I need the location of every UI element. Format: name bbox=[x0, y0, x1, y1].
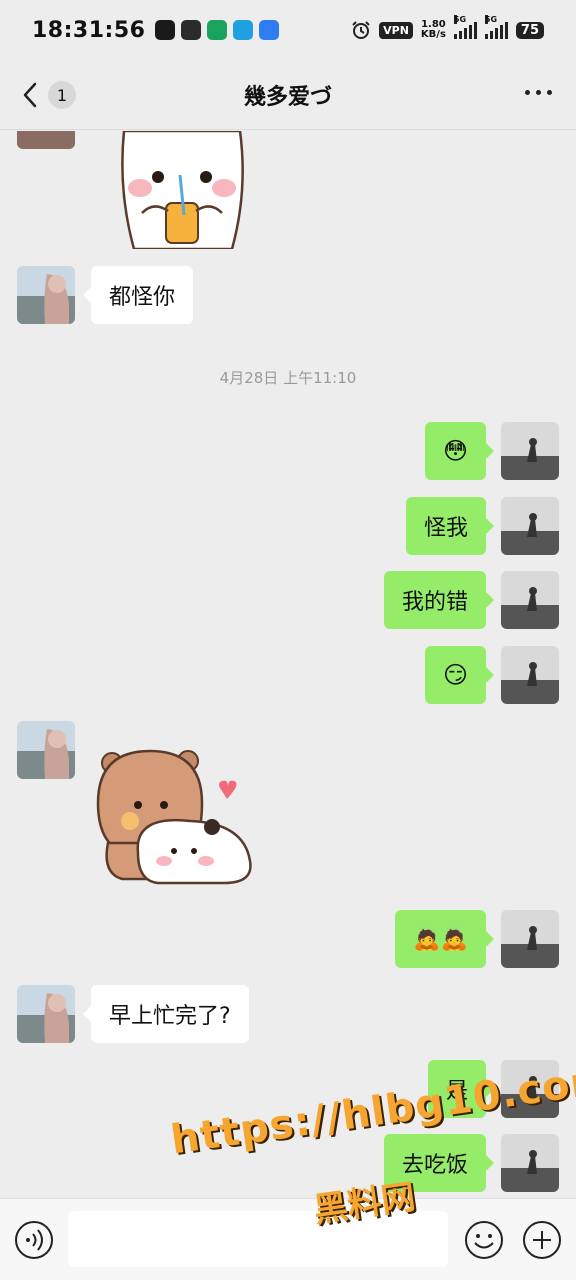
network-speed: 1.80 KB/s bbox=[421, 20, 446, 40]
app-notification-icon bbox=[155, 20, 176, 40]
back-button[interactable]: 1 bbox=[20, 80, 76, 110]
message-bubble-outgoing[interactable]: 我的错 bbox=[383, 571, 495, 629]
message-bubble-incoming[interactable]: 早上忙完了? bbox=[83, 985, 249, 1043]
contact-avatar[interactable] bbox=[17, 985, 75, 1043]
app-notification-icon bbox=[207, 20, 228, 40]
message-bubble-outgoing[interactable]: 😏 bbox=[424, 646, 495, 704]
status-time: 18:31:56 bbox=[32, 17, 146, 43]
notification-icons bbox=[155, 20, 280, 40]
plus-icon[interactable] bbox=[522, 1220, 562, 1260]
app-notification-icon bbox=[259, 20, 280, 40]
signal-label: 5G bbox=[484, 15, 498, 24]
signal-label: 5G bbox=[453, 15, 467, 24]
contact-avatar[interactable] bbox=[17, 721, 75, 779]
message-bubble-outgoing[interactable]: 是 bbox=[427, 1060, 495, 1118]
more-dots-icon bbox=[525, 90, 530, 95]
signal-strength-icon: 5G bbox=[484, 15, 508, 39]
message-bubble-outgoing[interactable]: 🙇🙇 bbox=[395, 910, 494, 968]
message-bubble-outgoing[interactable]: 去吃饭 bbox=[383, 1134, 495, 1192]
app-notification-icon bbox=[181, 20, 202, 40]
sticker-bears-hug[interactable] bbox=[94, 743, 264, 891]
sticker-bunny-drink[interactable] bbox=[112, 131, 252, 251]
app-notification-icon bbox=[233, 20, 254, 40]
chat-title: 幾多爱づ bbox=[243, 84, 332, 110]
vpn-badge: VPN bbox=[379, 21, 413, 39]
chevron-left-icon bbox=[23, 82, 37, 108]
status-bar: 18:31:56 VPN 1.80 KB/s 5G 5G 75 bbox=[0, 0, 576, 60]
more-options-button[interactable] bbox=[525, 90, 552, 95]
emoji-icon[interactable] bbox=[464, 1220, 504, 1260]
message-bubble-outgoing[interactable]: 怪我 bbox=[405, 497, 495, 555]
my-avatar[interactable] bbox=[501, 1134, 559, 1192]
my-avatar[interactable] bbox=[501, 422, 559, 480]
message-input[interactable] bbox=[68, 1211, 448, 1267]
my-avatar[interactable] bbox=[501, 1060, 559, 1118]
signal-strength-icon: 5G bbox=[453, 15, 477, 39]
my-avatar[interactable] bbox=[501, 497, 559, 555]
battery-indicator: 75 bbox=[515, 21, 544, 39]
my-avatar[interactable] bbox=[501, 571, 559, 629]
network-speed-unit: KB/s bbox=[420, 29, 446, 40]
voice-icon[interactable] bbox=[14, 1220, 54, 1260]
status-right: VPN 1.80 KB/s 5G 5G 75 bbox=[351, 15, 544, 40]
message-bubble-outgoing[interactable]: 😳 bbox=[424, 422, 495, 480]
unread-count-badge: 1 bbox=[48, 81, 76, 109]
contact-avatar[interactable] bbox=[17, 131, 75, 149]
chat-header: 1 幾多爱づ bbox=[0, 60, 576, 130]
my-avatar[interactable] bbox=[501, 910, 559, 968]
message-list[interactable]: 都怪你 4月28日 上午11:10 😳 怪我 我的错 😏 🙇🙇 早上忙完了? 是… bbox=[0, 131, 576, 1198]
message-bubble-incoming[interactable]: 都怪你 bbox=[82, 266, 194, 324]
my-avatar[interactable] bbox=[501, 646, 559, 704]
input-bar bbox=[0, 1198, 576, 1280]
contact-avatar[interactable] bbox=[17, 266, 75, 324]
message-timestamp: 4月28日 上午11:10 bbox=[219, 369, 357, 387]
alarm-icon bbox=[352, 21, 370, 39]
